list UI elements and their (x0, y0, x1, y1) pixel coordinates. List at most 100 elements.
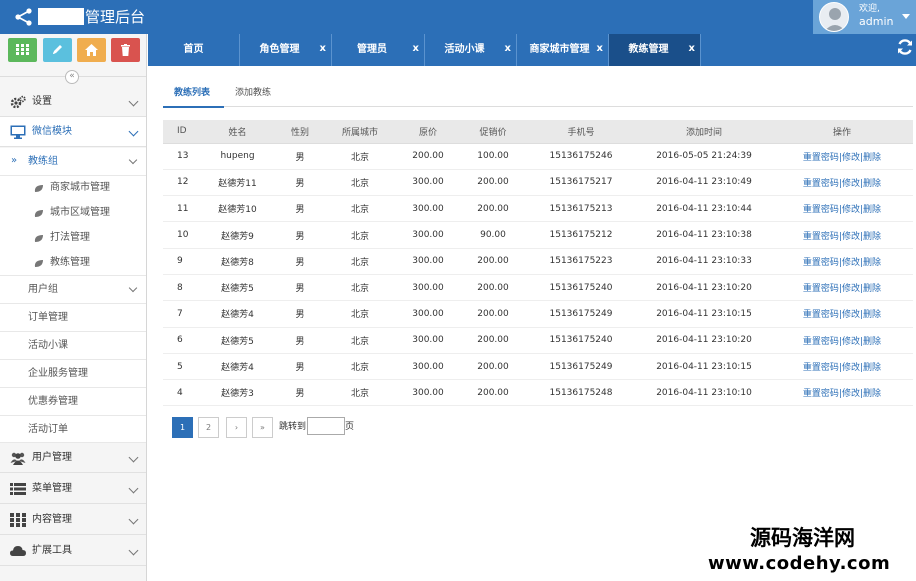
edit-link[interactable]: 修改 (842, 179, 860, 189)
reset-password-link[interactable]: 重置密码 (803, 337, 839, 347)
user-menu[interactable]: 欢迎, admin (813, 0, 916, 34)
sidebar-leaf-city-area[interactable]: 城市区域管理 (0, 201, 146, 226)
sidebar-item-content-mgmt[interactable]: 内容管理 (0, 505, 146, 535)
reset-password-link[interactable]: 重置密码 (803, 232, 839, 242)
tab-admin[interactable]: 管理员 x (332, 34, 425, 66)
sidebar-collapse-button[interactable]: « (65, 70, 79, 84)
tab-merchant-city[interactable]: 商家城市管理 x (517, 34, 609, 66)
sidebar-item-menu-mgmt[interactable]: 菜单管理 (0, 474, 146, 504)
reset-password-link[interactable]: 重置密码 (803, 153, 839, 163)
page-2-button[interactable]: 2 (198, 417, 219, 438)
chevron-down-icon (128, 452, 139, 463)
sidebar-subitem-label: 活动订单 (28, 424, 68, 435)
close-icon[interactable]: x (320, 42, 326, 56)
edit-link[interactable]: 修改 (842, 389, 860, 399)
edit-link[interactable]: 修改 (842, 337, 860, 347)
bullet-icon: » (11, 155, 18, 166)
delete-link[interactable]: 删除 (863, 179, 881, 189)
jump-page-input[interactable] (307, 417, 345, 435)
reset-password-link[interactable]: 重置密码 (803, 258, 839, 268)
edit-link[interactable]: 修改 (842, 232, 860, 242)
delete-link[interactable]: 删除 (863, 310, 881, 320)
edit-link[interactable]: 修改 (842, 310, 860, 320)
sidebar-leaf-coach-mgmt[interactable]: 教练管理 (0, 251, 146, 276)
sidebar-subitem-coupon-mgmt[interactable]: 优惠券管理 (0, 388, 146, 416)
sidebar-leaf-merchant-city[interactable]: 商家城市管理 (0, 176, 146, 201)
close-icon[interactable]: x (413, 42, 419, 56)
table-cell: 200.00 (461, 379, 525, 407)
shortcut-grid-button[interactable] (8, 38, 37, 62)
table-cell: 15136175246 (525, 143, 637, 170)
reset-password-link[interactable]: 重置密码 (803, 363, 839, 373)
edit-link[interactable]: 修改 (842, 258, 860, 268)
close-icon[interactable]: x (505, 42, 511, 56)
page-1-button[interactable]: 1 (172, 417, 193, 438)
tab-home[interactable]: 首页 (148, 34, 240, 66)
table-cell: 2016-04-11 23:10:38 (637, 221, 771, 249)
delete-link[interactable]: 删除 (863, 337, 881, 347)
tab-activity-class[interactable]: 活动小课 x (425, 34, 517, 66)
delete-link[interactable]: 删除 (863, 232, 881, 242)
chevron-down-icon (128, 545, 139, 556)
refresh-icon[interactable] (896, 38, 914, 56)
last-page-button[interactable]: » (252, 417, 273, 438)
users-icon (10, 452, 26, 465)
table-cell: 北京 (325, 300, 395, 328)
tab-coach-mgmt[interactable]: 教练管理 x (609, 34, 701, 66)
sidebar-subitem-order-mgmt[interactable]: 订单管理 (0, 304, 146, 332)
table-row: 12 赵德芳11 男北京 300.00 200.00 15136175217 2016-04… (163, 169, 913, 197)
sidebar-subitem-enterprise-service[interactable]: 企业服务管理 (0, 360, 146, 388)
table-cell: 10 (163, 221, 200, 249)
table-cell: 赵德芳8 (200, 248, 275, 275)
delete-link[interactable]: 删除 (863, 258, 881, 268)
reset-password-link[interactable]: 重置密码 (803, 179, 839, 189)
reset-password-link[interactable]: 重置密码 (803, 205, 839, 215)
delete-link[interactable]: 删除 (863, 284, 881, 294)
col-header: 性别 (275, 120, 325, 144)
tab-add-coach[interactable]: 添加教练 (235, 87, 271, 100)
row-actions: 重置密码|修改|删除 (771, 248, 913, 275)
col-header: 原价 (395, 120, 461, 144)
shortcut-delete-button[interactable] (111, 38, 140, 62)
sidebar-leaf-label: 城市区域管理 (50, 207, 110, 218)
sidebar-subitem-coach-group[interactable]: » 教练组 (0, 148, 146, 176)
edit-link[interactable]: 修改 (842, 284, 860, 294)
table-row: 10 赵德芳9 男北京 300.00 90.00 15136175212 2016-04-1… (163, 221, 913, 249)
sidebar-subitem-label: 用户组 (28, 284, 58, 295)
reset-password-link[interactable]: 重置密码 (803, 389, 839, 399)
delete-link[interactable]: 删除 (863, 389, 881, 399)
table-row: 5 赵德芳4 男北京 300.00 200.00 15136175249 2016-04-1… (163, 353, 913, 381)
shortcut-home-button[interactable] (77, 38, 106, 62)
tab-role-mgmt[interactable]: 角色管理 x (240, 34, 332, 66)
sidebar-subitem-activity-order[interactable]: 活动订单 (0, 416, 146, 443)
sidebar-subitem-user-group[interactable]: 用户组 (0, 276, 146, 304)
sidebar-subitem-label: 活动小课 (28, 340, 68, 351)
edit-link[interactable]: 修改 (842, 363, 860, 373)
sidebar-item-label: 内容管理 (32, 514, 72, 525)
sidebar-leaf-play-style[interactable]: 打法管理 (0, 226, 146, 251)
user-name: admin (859, 15, 894, 28)
edit-link[interactable]: 修改 (842, 205, 860, 215)
table-cell: 北京 (325, 248, 395, 275)
delete-link[interactable]: 删除 (863, 153, 881, 163)
delete-link[interactable]: 删除 (863, 205, 881, 215)
sidebar-item-label: 设置 (32, 96, 52, 107)
sidebar-item-settings[interactable]: 设置 (0, 87, 146, 117)
edit-link[interactable]: 修改 (842, 153, 860, 163)
close-icon[interactable]: x (597, 42, 603, 56)
sidebar-subitem-activity-class[interactable]: 活动小课 (0, 332, 146, 360)
sidebar-item-wechat[interactable]: 微信模块 (0, 117, 146, 147)
tab-coach-list[interactable]: 教练列表 (174, 87, 210, 100)
sidebar-item-ext-tools[interactable]: 扩展工具 (0, 536, 146, 566)
table-cell: 11 (163, 195, 200, 223)
coach-table: ID 姓名 性别 所属城市 原价 促销价 手机号 添加时间 操作 13 hupen… (163, 120, 913, 407)
shortcut-edit-button[interactable] (43, 38, 72, 62)
reset-password-link[interactable]: 重置密码 (803, 284, 839, 294)
table-cell: 8 (163, 274, 200, 302)
table-cell: hupeng (200, 143, 275, 170)
delete-link[interactable]: 删除 (863, 363, 881, 373)
next-page-button[interactable]: › (226, 417, 247, 438)
sidebar-item-user-mgmt[interactable]: 用户管理 (0, 443, 146, 473)
close-icon[interactable]: x (689, 42, 695, 56)
reset-password-link[interactable]: 重置密码 (803, 310, 839, 320)
